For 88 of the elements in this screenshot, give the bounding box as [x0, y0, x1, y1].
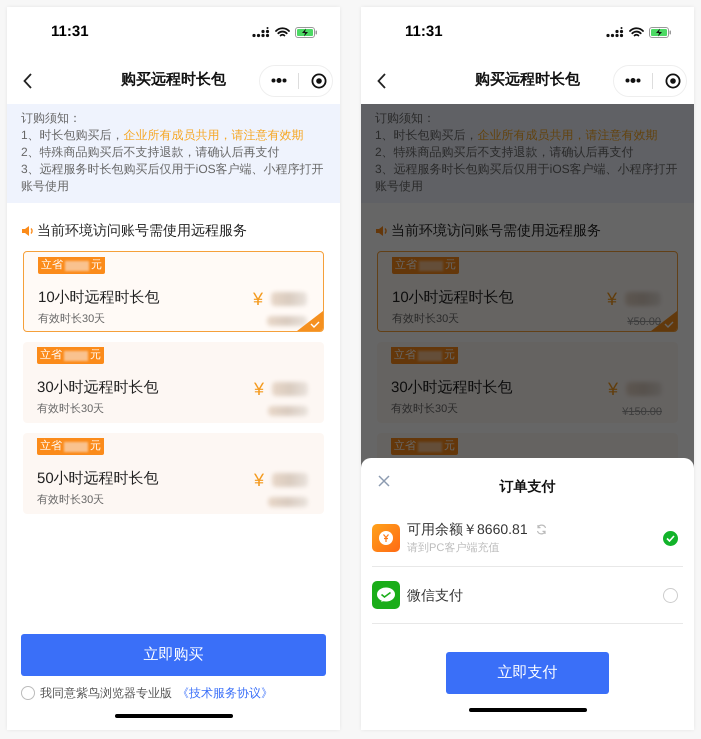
status-time: 11:31 — [51, 22, 89, 42]
option-radio[interactable] — [663, 588, 678, 602]
notice-line: 2、特殊商品购买后不支持退款，请确认后再支付 — [375, 144, 635, 161]
tag-suffix: 元 — [444, 441, 455, 452]
payment-option[interactable]: 可用余额￥8660.81 请到PC客户端充值 — [372, 510, 683, 567]
currency-symbol: ¥ — [606, 288, 617, 310]
battery-charging-icon — [295, 26, 318, 38]
currency-symbol: ¥ — [254, 469, 264, 491]
notice-line: 3、远程服务时长包购买后仅用于iOS客户端、小程序打开账号使用 — [21, 161, 325, 195]
currency-symbol: ¥ — [608, 378, 618, 400]
plan-validity: 有效时长30天 — [391, 402, 460, 417]
status-time: 11:31 — [405, 22, 443, 42]
page-title: 购买远程时长包 — [475, 70, 580, 90]
blurred-amount — [418, 350, 442, 360]
tag-suffix: 元 — [91, 260, 102, 271]
option-hint: 请到PC客户端充值 — [407, 540, 500, 556]
plan-title: 10小时远程时长包 — [38, 288, 160, 308]
pay-button[interactable]: 立即支付 — [446, 652, 609, 694]
plan-title: 30小时远程时长包 — [391, 378, 513, 398]
section-title: 当前环境访问账号需使用远程服务 — [391, 221, 601, 240]
notice-line: 1、时长包购买后，企业所有成员共用，请注意有效期 — [375, 127, 659, 144]
plan-validity: 有效时长30天 — [392, 312, 460, 327]
agreement-link[interactable]: 《技术服务协议》 — [177, 684, 273, 702]
tag-suffix: 元 — [90, 441, 101, 452]
notice-line: 1、时长包购买后，企业所有成员共用，请注意有效期 — [21, 127, 305, 144]
tag-prefix: 立省 — [394, 441, 416, 452]
tag-prefix: 立省 — [394, 350, 416, 361]
plan-title: 30小时远程时长包 — [37, 378, 159, 398]
checkmark-icon — [666, 534, 675, 542]
wifi-icon — [275, 26, 290, 38]
plan-card[interactable]: 立省 元 50小时远程时长包 有效时长30天 ¥ — [23, 433, 324, 514]
tag-prefix: 立省 — [395, 260, 417, 271]
section-title: 当前环境访问账号需使用远程服务 — [37, 221, 247, 240]
buy-button[interactable]: 立即购买 — [21, 634, 326, 676]
battery-charging-icon — [649, 26, 672, 38]
payment-option[interactable]: 微信支付 — [372, 567, 683, 624]
blurred-amount — [271, 292, 307, 306]
tag-prefix: 立省 — [40, 441, 62, 452]
tag-suffix: 元 — [445, 260, 456, 271]
close-target-icon[interactable] — [311, 72, 327, 88]
blurred-amount — [267, 316, 307, 326]
page-title: 购买远程时长包 — [121, 70, 226, 90]
chat-bubble-icon — [372, 581, 400, 609]
agreement-checkbox[interactable] — [21, 686, 35, 700]
speaker-icon — [375, 224, 388, 236]
blurred-amount — [64, 442, 88, 452]
plan-title: 10小时远程时长包 — [392, 288, 514, 308]
more-icon[interactable] — [625, 78, 641, 83]
selected-check-icon — [297, 311, 323, 331]
blurred-amount — [418, 442, 442, 452]
more-icon[interactable] — [271, 78, 287, 83]
plan-title: 50小时远程时长包 — [37, 469, 159, 489]
back-icon[interactable] — [23, 72, 33, 88]
tag-prefix: 立省 — [40, 350, 62, 361]
plan-validity: 有效时长30天 — [37, 402, 106, 417]
option-label: 微信支付 — [407, 586, 463, 604]
tag-suffix: 元 — [444, 350, 455, 361]
signal-icon — [606, 26, 624, 38]
notice-heading: 订购须知： — [375, 110, 436, 127]
blurred-amount — [272, 473, 308, 487]
plan-validity: 有效时长30天 — [38, 312, 106, 327]
agreement-text: 我同意紫鸟浏览器专业版 — [40, 685, 172, 702]
blurred-amount — [268, 497, 308, 507]
option-radio[interactable] — [663, 530, 678, 546]
currency-symbol: ¥ — [254, 378, 264, 400]
speaker-icon — [21, 224, 34, 236]
notice-heading: 订购须知： — [21, 110, 82, 127]
tag-suffix: 元 — [90, 350, 101, 361]
notice-line: 2、特殊商品购买后不支持退款，请确认后再支付 — [21, 144, 281, 161]
close-target-icon[interactable] — [665, 72, 681, 88]
tag-prefix: 立省 — [41, 260, 63, 271]
option-label: 可用余额￥8660.81 — [407, 520, 528, 540]
sheet-title: 订单支付 — [500, 476, 556, 496]
close-icon[interactable] — [378, 475, 390, 487]
plan-validity: 有效时长30天 — [37, 493, 106, 508]
wifi-icon — [629, 26, 644, 38]
blurred-amount — [64, 350, 88, 360]
notice-line: 3、远程服务时长包购买后仅用于iOS客户端、小程序打开账号使用 — [375, 161, 679, 195]
blurred-amount — [65, 260, 89, 270]
plan-card[interactable]: 立省 元 30小时远程时长包 有效时长30天 ¥ — [23, 342, 324, 423]
coin-wallet-icon — [372, 524, 400, 552]
blurred-amount — [268, 406, 308, 416]
blurred-amount — [272, 382, 308, 396]
plan-card[interactable]: 立省 元 10小时远程时长包 有效时长30天 ¥ — [23, 251, 324, 332]
currency-symbol: ¥ — [252, 288, 263, 310]
blurred-amount — [419, 260, 443, 270]
signal-icon — [252, 26, 270, 38]
back-icon[interactable] — [377, 72, 387, 88]
